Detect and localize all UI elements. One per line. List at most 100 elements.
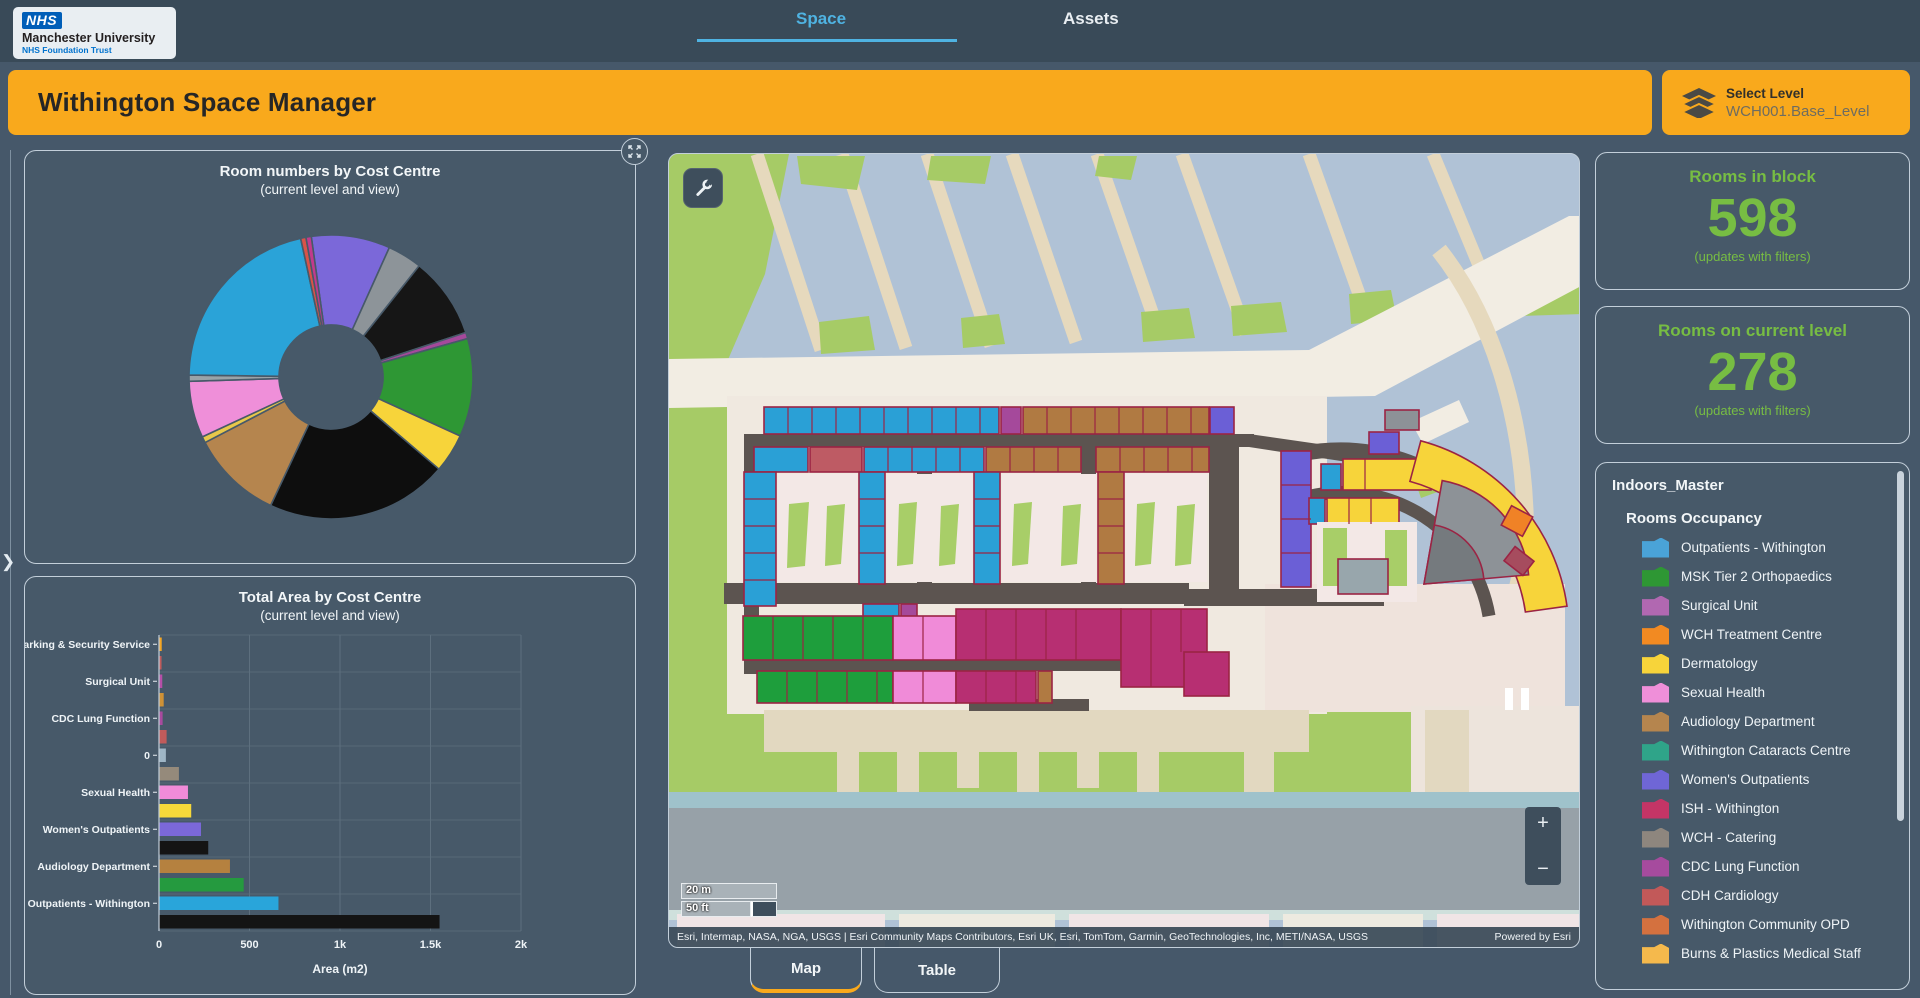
legend-color-swatch	[1642, 741, 1669, 761]
level-selector[interactable]: Select Level WCH001.Base_Level	[1662, 70, 1910, 135]
app-banner: Withington Space Manager	[8, 70, 1652, 135]
nhs-logo: NHS Manchester University NHS Foundation…	[13, 7, 176, 59]
tab-space-underline	[697, 39, 957, 42]
legend-scrollbar[interactable]	[1897, 471, 1904, 821]
level-selector-value[interactable]: WCH001.Base_Level	[1726, 103, 1869, 120]
scale-metric-label: 20 m	[686, 884, 711, 896]
stat-title: Rooms on current level	[1596, 321, 1909, 341]
expand-widget-button[interactable]	[621, 138, 648, 165]
bar[interactable]	[159, 915, 440, 929]
legend-color-swatch	[1642, 712, 1669, 732]
pie-slice[interactable]	[189, 238, 320, 376]
left-drawer-toggle[interactable]: ❯	[1, 552, 15, 572]
legend-color-swatch	[1642, 915, 1669, 935]
legend-item[interactable]: Audiology Department	[1596, 707, 1909, 736]
pie-chart-panel: Room numbers by Cost Centre (current lev…	[24, 150, 636, 564]
tab-table-view[interactable]: Table	[874, 948, 1000, 993]
legend-panel: Indoors_Master Rooms Occupancy Outpatien…	[1595, 462, 1910, 990]
bar[interactable]	[159, 860, 230, 874]
bar[interactable]	[159, 897, 278, 911]
legend-item[interactable]: Sexual Health	[1596, 678, 1909, 707]
legend-item[interactable]: WCH Treatment Centre	[1596, 620, 1909, 649]
tab-map-view[interactable]: Map	[750, 948, 862, 993]
legend-color-swatch	[1642, 654, 1669, 674]
map-attribution: Esri, Intermap, NASA, NGA, USGS | Esri C…	[669, 927, 1579, 947]
bar[interactable]	[159, 878, 244, 892]
bar-category-label: CDC Lung Function	[51, 713, 150, 725]
legend-item-label: Burns & Plastics Medical Staff	[1681, 946, 1861, 961]
legend-item-label: Withington Community OPD	[1681, 917, 1850, 932]
legend-item-label: WCH Treatment Centre	[1681, 627, 1822, 642]
nhs-org-name: Manchester University	[22, 31, 168, 45]
legend-color-swatch	[1642, 886, 1669, 906]
legend-item[interactable]: MSK Tier 2 Orthopaedics	[1596, 562, 1909, 591]
legend-item[interactable]: Withington Community OPD	[1596, 910, 1909, 939]
legend-item-label: Dermatology	[1681, 656, 1758, 671]
attribution-text: Esri, Intermap, NASA, NGA, USGS | Esri C…	[677, 931, 1368, 943]
legend-item-label: Women's Outpatients	[1681, 772, 1809, 787]
legend-color-swatch	[1642, 683, 1669, 703]
legend-item[interactable]: Withington Cataracts Centre	[1596, 736, 1909, 765]
zoom-in-button[interactable]: +	[1525, 813, 1561, 833]
legend-item[interactable]: Burns & Plastics Medical Staff	[1596, 939, 1909, 968]
stat-value: 278	[1596, 343, 1909, 401]
bar-chart[interactable]: Car Parking & Security Service Surgical U…	[25, 623, 635, 983]
legend-item-label: Sexual Health	[1681, 685, 1765, 700]
bar-chart-subtitle: (current level and view)	[25, 608, 635, 623]
legend-item[interactable]: Women's Outpatients	[1596, 765, 1909, 794]
legend-color-swatch	[1642, 857, 1669, 877]
bar-category-label: Car Parking & Security Service	[25, 639, 150, 651]
legend-header: Indoors_Master	[1612, 477, 1909, 494]
legend-item-label: CDC Lung Function	[1681, 859, 1800, 874]
stat-card-rooms-current-level: Rooms on current level 278 (updates with…	[1595, 306, 1910, 444]
legend-item[interactable]: Surgical Unit	[1596, 591, 1909, 620]
x-axis-tick: 0	[156, 939, 162, 951]
bar[interactable]	[159, 786, 188, 800]
bar-chart-panel: Total Area by Cost Centre (current level…	[24, 576, 636, 995]
nhs-trust-name: NHS Foundation Trust	[22, 45, 168, 55]
legend-item-label: WCH - Catering	[1681, 830, 1776, 845]
bar[interactable]	[159, 823, 201, 837]
legend-color-swatch	[1642, 625, 1669, 645]
pie-chart[interactable]	[25, 197, 635, 547]
bar[interactable]	[159, 804, 191, 818]
expand-arrows-icon	[627, 144, 642, 159]
legend-item[interactable]: Dermatology	[1596, 649, 1909, 678]
legend-item-label: ISH - Withington	[1681, 801, 1779, 816]
bar[interactable]	[159, 841, 208, 855]
pie-chart-title: Room numbers by Cost Centre	[25, 163, 635, 180]
stat-note: (updates with filters)	[1596, 403, 1909, 418]
bar-category-label: Audiology Department	[37, 861, 150, 873]
left-drawer-divider	[10, 150, 11, 995]
stat-title: Rooms in block	[1596, 167, 1909, 187]
legend-item-label: CDH Cardiology	[1681, 888, 1779, 903]
tab-assets[interactable]: Assets	[1063, 9, 1119, 29]
bar-category-label: Surgical Unit	[85, 676, 150, 688]
map-container: 20 m 50 ft + − Esri, Intermap, NASA, NGA…	[668, 153, 1580, 948]
bar[interactable]	[159, 749, 166, 763]
tab-space[interactable]: Space	[796, 9, 846, 29]
measure-tool-button[interactable]	[683, 168, 723, 208]
x-axis-tick: 1.5k	[420, 939, 442, 951]
bar[interactable]	[159, 693, 164, 707]
floor-plan-map[interactable]	[669, 154, 1580, 948]
powered-by-esri[interactable]: Powered by Esri	[1495, 931, 1571, 943]
legend-item[interactable]: Outpatients - Withington	[1596, 533, 1909, 562]
level-selector-label: Select Level	[1726, 86, 1869, 101]
nhs-logo-mark: NHS	[22, 12, 62, 29]
legend-item[interactable]: WCH - Catering	[1596, 823, 1909, 852]
stat-card-rooms-in-block: Rooms in block 598 (updates with filters…	[1595, 152, 1910, 290]
legend-item[interactable]: ISH - Withington	[1596, 794, 1909, 823]
map-zoom-control: + −	[1525, 807, 1561, 885]
legend-item[interactable]: CDH Cardiology	[1596, 881, 1909, 910]
bar-category-label: Women's Outpatients	[43, 824, 150, 836]
legend-color-swatch	[1642, 799, 1669, 819]
bar[interactable]	[159, 767, 179, 781]
legend-item-label: Outpatients - Withington	[1681, 540, 1826, 555]
top-bar: Space Assets	[0, 0, 1920, 62]
legend-item[interactable]: CDC Lung Function	[1596, 852, 1909, 881]
map-scalebars: 20 m 50 ft	[681, 883, 841, 919]
bar[interactable]	[159, 730, 167, 744]
zoom-out-button[interactable]: −	[1525, 859, 1561, 879]
pie-chart-subtitle: (current level and view)	[25, 182, 635, 197]
